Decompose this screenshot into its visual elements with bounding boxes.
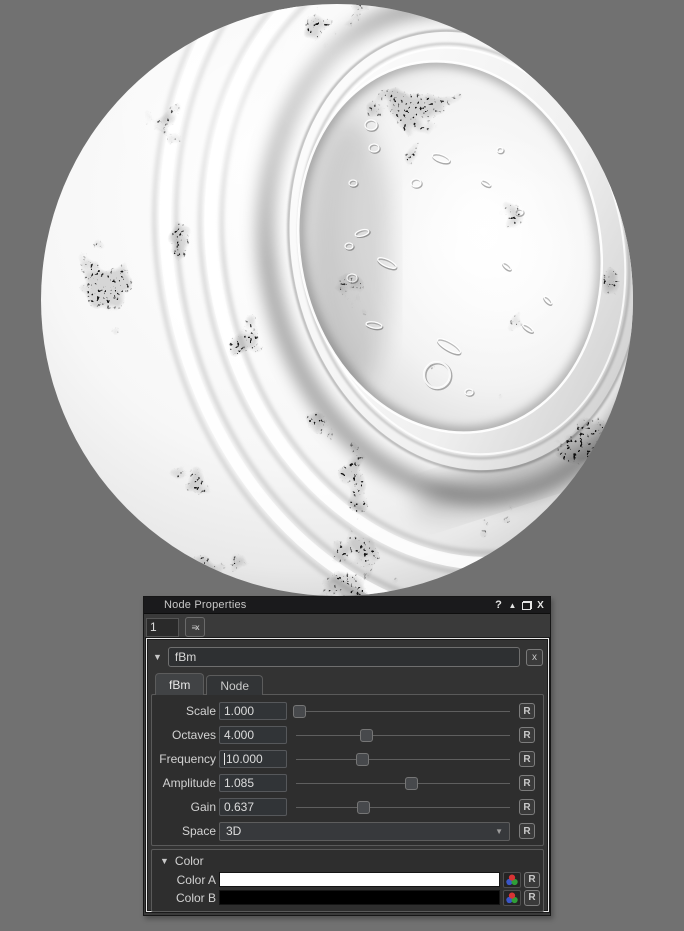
text-caret (224, 753, 225, 765)
slider-track (296, 782, 510, 784)
reset-button[interactable]: R (524, 889, 540, 906)
amplitude-value-field[interactable]: 1.085 (219, 774, 287, 792)
param-label: Amplitude (162, 776, 216, 790)
chevron-down-icon[interactable]: ▼ (153, 652, 162, 662)
color-picker-icon[interactable] (503, 871, 521, 888)
param-row-scale: Scale 1.000 R (152, 699, 540, 723)
restore-icon[interactable] (520, 598, 533, 612)
node-index-input[interactable] (146, 617, 179, 637)
space-dropdown[interactable]: 3D ▼ (219, 821, 510, 841)
param-label: Color B (175, 890, 216, 905)
reset-button[interactable]: R (519, 703, 535, 719)
reset-button[interactable]: R (519, 799, 535, 815)
param-label: Color A (176, 872, 216, 887)
node-properties-panel: Node Properties ? ▲ X ≡x ▼ fBm x fBm Nod… (143, 596, 551, 916)
amplitude-slider[interactable] (296, 775, 510, 792)
octaves-slider[interactable] (296, 727, 510, 744)
close-icon[interactable]: X (534, 598, 547, 612)
parameters-group: Scale 1.000 R Octaves 4.000 R Frequency … (151, 694, 544, 846)
reset-button[interactable]: R (519, 823, 535, 839)
reset-button[interactable]: R (519, 727, 535, 743)
reset-button[interactable]: R (519, 775, 535, 791)
help-icon[interactable]: ? (492, 598, 505, 612)
slider-track (296, 710, 510, 712)
reset-button[interactable]: R (524, 871, 540, 888)
color-row-b: Color B R (152, 889, 540, 906)
param-label: Octaves (171, 728, 216, 742)
panel-titlebar[interactable]: Node Properties ? ▲ X (144, 597, 550, 614)
param-row-frequency: Frequency 10.000 R (152, 747, 540, 771)
param-value: 1.000 (224, 704, 255, 718)
param-row-gain: Gain 0.637 R (152, 795, 540, 819)
color-row-a: Color A R (152, 871, 540, 888)
collapse-icon[interactable]: ▲ (506, 598, 519, 612)
remove-node-button[interactable]: x (526, 648, 543, 666)
scale-value-field[interactable]: 1.000 (219, 702, 287, 720)
color-group-title: Color (174, 854, 204, 868)
titlebar-icons: ? ▲ X (492, 598, 547, 612)
param-row-amplitude: Amplitude 1.085 R (152, 771, 540, 795)
slider-track (296, 734, 510, 736)
gain-value-field[interactable]: 0.637 (219, 798, 287, 816)
param-label: Frequency (159, 752, 216, 766)
param-label: Scale (185, 704, 216, 718)
color-group: ▼ Color Color A R Color B R (151, 849, 544, 912)
chevron-down-icon[interactable]: ▼ (160, 856, 169, 866)
slider-handle[interactable] (356, 752, 370, 766)
slider-track (296, 758, 510, 760)
node-title-bar[interactable]: fBm (167, 647, 520, 667)
node-header: ▼ fBm x (153, 647, 543, 667)
reset-button[interactable]: R (519, 751, 535, 767)
dropdown-value: 3D (226, 824, 242, 838)
node-index-row: ≡x (144, 614, 550, 637)
slider-handle[interactable] (404, 776, 418, 790)
slider-handle[interactable] (357, 800, 371, 814)
color-a-swatch[interactable] (219, 872, 500, 887)
frequency-value-field[interactable]: 10.000 (219, 750, 287, 768)
selected-node-subpanel: ▼ fBm x fBm Node Scale 1.000 R Octaves 4… (146, 638, 549, 912)
gain-slider[interactable] (296, 799, 510, 816)
sphere-vignette (41, 4, 633, 596)
expression-button[interactable]: ≡x (185, 617, 205, 637)
panel-title: Node Properties (164, 599, 247, 611)
scale-slider[interactable] (293, 703, 510, 720)
color-b-swatch[interactable] (219, 890, 500, 905)
node-tabs: fBm Node (155, 673, 548, 695)
color-group-header: ▼ Color (160, 854, 540, 868)
param-value: 10.000 (226, 752, 263, 766)
octaves-value-field[interactable]: 4.000 (219, 726, 287, 744)
param-value: 4.000 (224, 728, 255, 742)
frequency-slider[interactable] (296, 751, 510, 768)
chevron-down-icon: ▼ (495, 826, 503, 836)
slider-track (296, 806, 510, 808)
param-label: Gain (190, 800, 216, 814)
tab-node[interactable]: Node (206, 675, 264, 695)
slider-handle[interactable] (359, 728, 373, 742)
param-row-octaves: Octaves 4.000 R (152, 723, 540, 747)
tab-fbm[interactable]: fBm (155, 673, 205, 695)
param-value: 1.085 (224, 776, 255, 790)
slider-handle[interactable] (293, 704, 307, 718)
param-value: 0.637 (224, 800, 255, 814)
color-picker-icon[interactable] (503, 889, 521, 906)
param-row-space: Space 3D ▼ R (152, 819, 540, 843)
param-label: Space (181, 824, 216, 838)
